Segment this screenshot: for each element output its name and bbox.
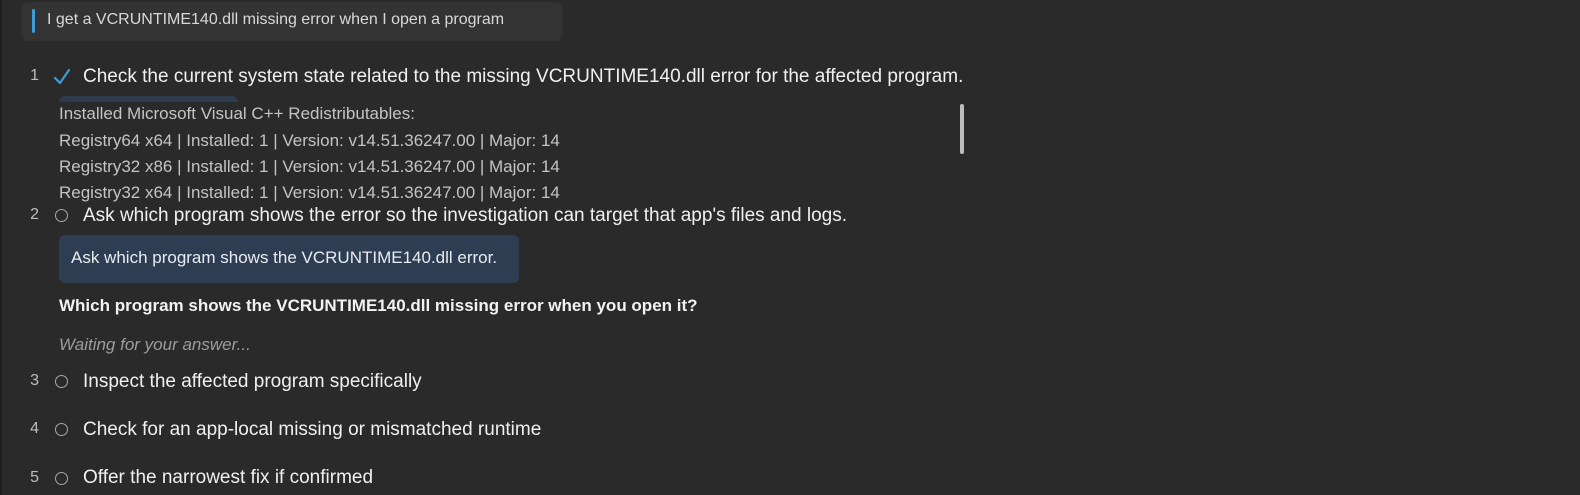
circle-icon — [55, 423, 68, 436]
output-scrollbar[interactable] — [960, 104, 964, 154]
circle-icon — [55, 472, 68, 485]
step-number: 2 — [30, 206, 39, 223]
command-output: Installed Microsoft Visual C++ Redistrib… — [59, 94, 963, 206]
step-number: 4 — [30, 420, 39, 437]
check-icon — [53, 68, 71, 85]
output-line: Registry64 x64 | Installed: 1 | Version:… — [59, 131, 560, 150]
query-accent-bar — [32, 9, 35, 33]
chat-panel: I get a VCRUNTIME140.dll missing error w… — [0, 0, 1580, 495]
output-line: Installed Microsoft Visual C++ Redistrib… — [59, 104, 415, 123]
panel-edge — [0, 0, 2, 495]
output-tab — [59, 96, 238, 102]
action-pill-label: Ask which program shows the VCRUNTIME140… — [71, 248, 498, 267]
step-title[interactable]: Ask which program shows the error so the… — [83, 205, 847, 227]
step-title[interactable]: Inspect the affected program specificall… — [83, 371, 422, 393]
waiting-status: Waiting for your answer... — [59, 335, 251, 354]
step-number: 5 — [30, 469, 39, 486]
step-title[interactable]: Check for an app-local missing or mismat… — [83, 419, 541, 441]
output-line: Registry32 x86 | Installed: 1 | Version:… — [59, 157, 560, 176]
step-number: 3 — [30, 372, 39, 389]
step-number: 1 — [30, 67, 39, 84]
circle-icon — [55, 375, 68, 388]
step-title[interactable]: Check the current system state related t… — [83, 66, 963, 88]
action-pill[interactable]: Ask which program shows the VCRUNTIME140… — [59, 235, 519, 283]
output-line: Registry32 x64 | Installed: 1 | Version:… — [59, 183, 560, 202]
step-title[interactable]: Offer the narrowest fix if confirmed — [83, 467, 373, 489]
user-query-text: I get a VCRUNTIME140.dll missing error w… — [47, 11, 505, 28]
circle-icon — [55, 209, 68, 222]
question-text: Which program shows the VCRUNTIME140.dll… — [59, 296, 698, 315]
user-query-bubble: I get a VCRUNTIME140.dll missing error w… — [21, 2, 563, 41]
